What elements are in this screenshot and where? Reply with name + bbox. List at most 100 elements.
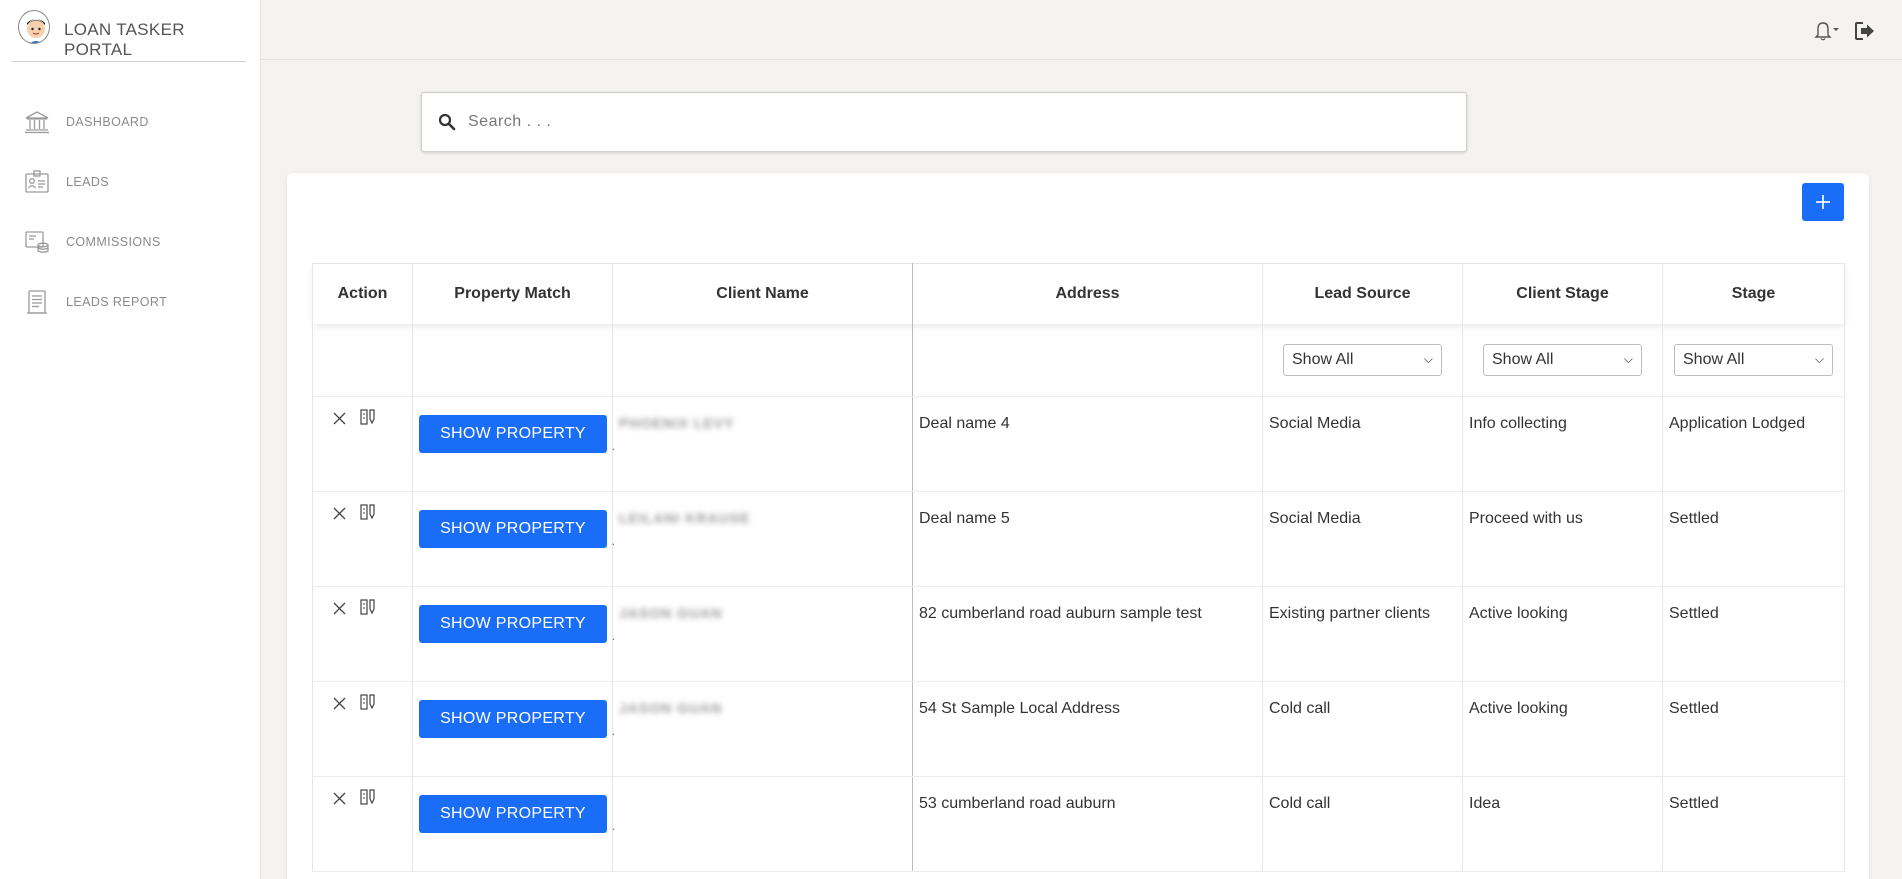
action-cell [312,681,413,777]
address-cell: Deal name 4 [912,396,1263,492]
column-header-client-name: Client Name [612,263,913,324]
client-name-cell: JASON GUAN [612,586,913,682]
column-header-client-stage: Client Stage [1462,263,1663,324]
show-property-button[interactable]: SHOW PROPERTY [419,510,607,548]
client-name-cell [612,776,913,872]
lead-source-cell: Social Media [1262,491,1463,587]
show-property-button[interactable]: SHOW PROPERTY [419,700,607,738]
show-property-button[interactable]: SHOW PROPERTY [419,415,607,453]
search-icon [438,113,456,131]
property-match-cell: SHOW PROPERTY . [412,491,615,587]
avatar-logo-icon [18,10,51,44]
property-match-cell: SHOW PROPERTY . [412,396,615,492]
delete-icon[interactable] [333,792,346,805]
filter-cell: Show All ⌵ [1662,323,1845,397]
address-cell: 82 cumberland road auburn sample test [912,586,1263,682]
plus-icon [1816,195,1830,209]
bell-icon[interactable] [1808,20,1840,42]
client-name: PHOENIX LEVY [619,415,735,431]
action-cell [312,491,413,587]
lead-source-filter-select[interactable]: Show All ⌵ [1283,343,1442,376]
client-stage-cell: Active looking [1462,681,1663,777]
sidebar-item-label: DASHBOARD [66,115,149,129]
bank-icon [24,109,50,135]
property-match-cell: SHOW PROPERTY . [412,586,615,682]
column-header-lead-source: Lead Source [1262,263,1463,324]
table-header-row: Action Property Match Client Name Addres… [312,263,1845,324]
client-name: JASON GUAN [619,700,723,716]
client-name-cell: JASON GUAN [612,681,913,777]
sidebar-item-label: COMMISSIONS [66,235,161,249]
stage-filter-value: Show All [1683,350,1745,368]
stage-cell: Application Lodged [1662,396,1845,492]
table-row: SHOW PROPERTY . JASON GUAN 54 St Sample … [312,681,1845,777]
id-card-icon [24,169,50,195]
client-stage-filter-select[interactable]: Show All ⌵ [1483,343,1642,376]
client-name-cell: LEILANI KRAUSE [612,491,913,587]
leads-card: Action Property Match Client Name Addres… [287,173,1869,879]
sidebar-item-commissions[interactable]: COMMISSIONS [0,212,260,272]
delete-icon[interactable] [333,602,346,615]
column-header-address: Address [912,263,1263,324]
sidebar-item-label: LEADS [66,175,109,189]
add-lead-button[interactable] [1802,183,1844,221]
lead-source-cell: Cold call [1262,776,1463,872]
show-property-button[interactable]: SHOW PROPERTY [419,795,607,833]
chevron-down-icon: ⌵ [1814,352,1824,366]
lead-source-cell: Social Media [1262,396,1463,492]
table-row: SHOW PROPERTY . 53 cumberland road aubur… [312,776,1845,872]
delete-icon[interactable] [333,697,346,710]
sidebar-item-leads-report[interactable]: LEADS REPORT [0,272,260,332]
stage-cell: Settled [1662,776,1845,872]
action-cell [312,396,413,492]
edit-icon[interactable] [360,599,376,617]
report-icon [24,289,50,315]
dot-separator: . [611,819,615,833]
lead-source-cell: Cold call [1262,681,1463,777]
filter-cell [312,323,413,397]
show-property-button[interactable]: SHOW PROPERTY [419,605,607,643]
edit-icon[interactable] [360,504,376,522]
commissions-icon [24,229,50,255]
delete-icon[interactable] [333,412,346,425]
edit-icon[interactable] [360,789,376,807]
search-input[interactable] [468,113,1428,131]
sidebar: LOAN TASKER PORTAL DASHBOARD LEADS COMMI… [0,0,261,879]
filter-cell: Show All ⌵ [1262,323,1463,397]
client-name: JASON GUAN [619,605,723,621]
address-cell: Deal name 5 [912,491,1263,587]
dot-separator: . [611,724,615,738]
lead-source-filter-value: Show All [1292,350,1354,368]
stage-filter-select[interactable]: Show All ⌵ [1674,343,1833,376]
stage-cell: Settled [1662,491,1845,587]
chevron-down-icon: ⌵ [1623,352,1633,366]
property-match-cell: SHOW PROPERTY . [412,681,615,777]
column-header-action: Action [312,263,413,324]
table-row: SHOW PROPERTY . PHOENIX LEVY Deal name 4… [312,396,1845,492]
property-match-cell: SHOW PROPERTY . [412,776,615,872]
filter-cell [412,323,613,397]
brand: LOAN TASKER PORTAL [12,10,246,62]
edit-icon[interactable] [360,694,376,712]
table-row: SHOW PROPERTY . LEILANI KRAUSE Deal name… [312,491,1845,587]
delete-icon[interactable] [333,507,346,520]
client-stage-cell: Idea [1462,776,1663,872]
chevron-down-icon: ⌵ [1423,352,1433,366]
logout-icon[interactable] [1854,20,1876,42]
client-name: LEILANI KRAUSE [619,510,751,526]
action-cell [312,586,413,682]
table-row: SHOW PROPERTY . JASON GUAN 82 cumberland… [312,586,1845,682]
client-stage-cell: Proceed with us [1462,491,1663,587]
client-name-cell: PHOENIX LEVY [612,396,913,492]
dot-separator: . [611,629,615,643]
stage-cell: Settled [1662,586,1845,682]
lead-source-cell: Existing partner clients [1262,586,1463,682]
filter-cell [912,323,1263,397]
edit-icon[interactable] [360,409,376,427]
filter-row: Show All ⌵ Show All ⌵ Show All ⌵ [312,323,1845,397]
stage-cell: Settled [1662,681,1845,777]
sidebar-nav: DASHBOARD LEADS COMMISSIONS LEADS REPORT [0,92,260,332]
filter-cell [612,323,913,397]
sidebar-item-dashboard[interactable]: DASHBOARD [0,92,260,152]
sidebar-item-leads[interactable]: LEADS [0,152,260,212]
